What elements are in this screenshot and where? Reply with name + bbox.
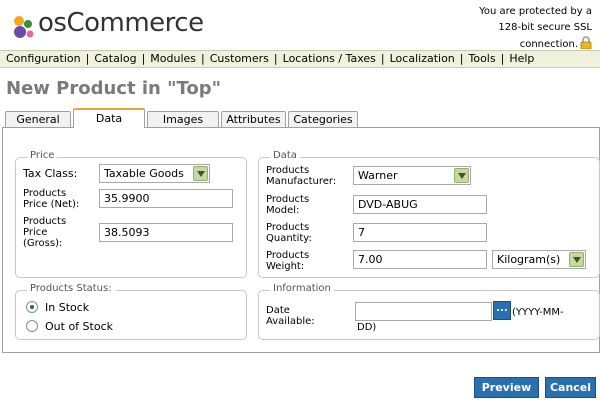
- in-stock-radio[interactable]: [26, 301, 38, 313]
- logo-dots-icon: [14, 16, 34, 38]
- ssl-line-2: 128-bit secure SSL: [498, 22, 592, 33]
- weight-input[interactable]: 7.00: [353, 250, 487, 269]
- price-gross-label-line: (Gross):: [23, 238, 63, 249]
- tax-class-label: Tax Class:: [23, 167, 78, 180]
- tab-attributes[interactable]: Attributes: [221, 111, 286, 127]
- weight-label-line: Weight:: [266, 261, 305, 272]
- in-stock-label[interactable]: In Stock: [45, 302, 89, 313]
- menu-separator: |: [500, 52, 505, 65]
- menu-localization[interactable]: Localization: [390, 52, 455, 65]
- model-label-line: Model:: [266, 205, 300, 216]
- tax-class-select[interactable]: Taxable Goods: [99, 164, 210, 183]
- date-available-label: Date Available:: [266, 305, 315, 327]
- tab-general[interactable]: General: [5, 111, 71, 127]
- chevron-down-icon: [197, 171, 205, 177]
- tab-categories[interactable]: Categories: [288, 111, 358, 127]
- logo-text: osCommerce: [38, 8, 204, 38]
- ssl-line-3-text: connection.: [519, 39, 578, 50]
- date-available-input[interactable]: [355, 302, 492, 321]
- main-menu: Configuration | Catalog | Modules | Customers |…: [0, 50, 600, 68]
- quantity-label: Products Quantity:: [266, 222, 312, 244]
- menu-help[interactable]: Help: [509, 52, 534, 65]
- oscommerce-logo[interactable]: osCommerce: [4, 4, 204, 46]
- weight-unit-value: Kilogram(s): [497, 253, 561, 266]
- cancel-button[interactable]: Cancel: [545, 377, 596, 398]
- menu-separator: |: [459, 52, 464, 65]
- date-format-hint-end: DD): [357, 322, 377, 333]
- quantity-label-line: Products: [266, 222, 310, 233]
- menu-separator: |: [201, 52, 205, 65]
- menu-separator: |: [141, 52, 146, 65]
- manufacturer-label-line: Products: [266, 165, 310, 176]
- menu-configuration[interactable]: Configuration: [6, 52, 81, 65]
- out-of-stock-radio[interactable]: [26, 320, 38, 332]
- model-label-line: Products: [266, 194, 310, 205]
- dropdown-arrow: [569, 252, 584, 267]
- date-available-label-line: Available:: [266, 316, 315, 327]
- tab-images[interactable]: Images: [147, 111, 219, 127]
- chevron-down-icon: [458, 173, 466, 179]
- menu-separator: |: [85, 52, 90, 65]
- manufacturer-value: Warner: [358, 169, 398, 182]
- price-net-label-line: Products: [23, 188, 67, 199]
- preview-button[interactable]: Preview: [474, 377, 539, 398]
- price-net-input[interactable]: 35.9900: [99, 189, 233, 208]
- chevron-down-icon: [573, 257, 581, 263]
- tab-data[interactable]: Data: [73, 108, 145, 128]
- tax-class-value: Taxable Goods: [104, 167, 184, 180]
- status-legend: Products Status:: [27, 283, 115, 294]
- price-net-label-line: Price (Net):: [23, 199, 80, 210]
- manufacturer-select[interactable]: Warner: [353, 166, 471, 185]
- out-of-stock-label[interactable]: Out of Stock: [45, 321, 113, 332]
- lock-icon: [580, 36, 592, 49]
- data-legend: Data: [270, 150, 300, 161]
- quantity-label-line: Quantity:: [266, 233, 312, 244]
- weight-label-line: Products: [266, 250, 310, 261]
- weight-unit-select[interactable]: Kilogram(s): [492, 250, 586, 269]
- page-title: New Product in "Top": [6, 78, 221, 99]
- ssl-notice: You are protected by a 128-bit secure SS…: [442, 4, 592, 53]
- dropdown-arrow: [193, 166, 208, 181]
- price-legend: Price: [27, 150, 58, 161]
- ssl-line-1: You are protected by a: [479, 6, 592, 17]
- date-format-hint: (YYYY-MM-: [512, 307, 564, 318]
- menu-separator: |: [273, 52, 278, 65]
- menu-modules[interactable]: Modules: [150, 52, 196, 65]
- weight-label: Products Weight:: [266, 250, 309, 272]
- price-gross-label: Products Price (Gross):: [23, 216, 66, 249]
- information-legend: Information: [270, 283, 334, 294]
- price-gross-input[interactable]: 38.5093: [99, 223, 233, 242]
- menu-customers[interactable]: Customers: [210, 52, 269, 65]
- date-available-label-line: Date: [266, 305, 290, 316]
- menu-separator: |: [380, 52, 385, 65]
- menu-tools[interactable]: Tools: [469, 52, 496, 65]
- quantity-input[interactable]: 7: [353, 223, 487, 242]
- menu-catalog[interactable]: Catalog: [94, 52, 136, 65]
- model-label: Products Model:: [266, 194, 309, 216]
- price-net-label: Products Price (Net):: [23, 188, 79, 210]
- manufacturer-label-line: Manufacturer:: [266, 176, 337, 187]
- dropdown-arrow: [454, 168, 469, 183]
- model-input[interactable]: DVD-ABUG: [353, 195, 487, 214]
- menu-locations-taxes[interactable]: Locations / Taxes: [283, 52, 376, 65]
- price-gross-label-line: Price: [23, 227, 48, 238]
- manufacturer-label: Products Manufacturer:: [266, 165, 336, 187]
- date-picker-button[interactable]: ...: [493, 301, 511, 320]
- price-gross-label-line: Products: [23, 216, 67, 227]
